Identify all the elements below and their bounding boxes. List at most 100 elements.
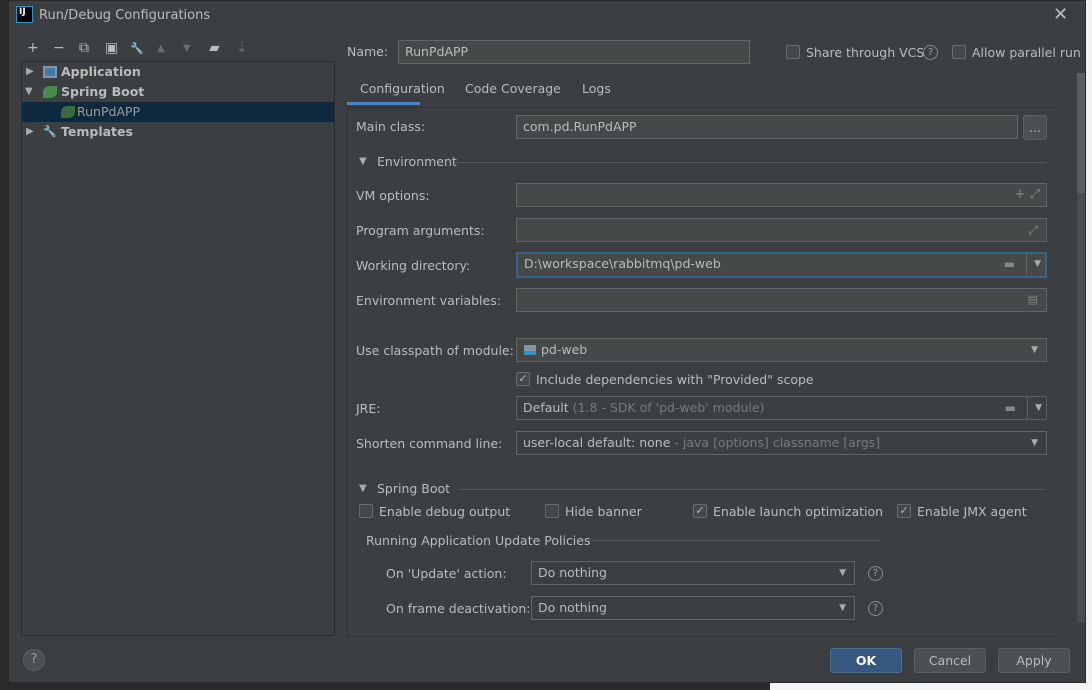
folder-icon[interactable]: ▬ — [1005, 397, 1016, 419]
expand-arrow-icon[interactable]: ▶ — [26, 62, 34, 82]
allow-parallel-checkbox[interactable] — [952, 45, 966, 59]
on-update-select[interactable]: Do nothing ▼ — [531, 561, 855, 585]
shorten-command-value: user-local default: none — [523, 435, 671, 450]
include-provided-label: Include dependencies with "Provided" sco… — [536, 372, 814, 387]
module-label: Use classpath of module: — [356, 343, 514, 358]
module-icon — [524, 345, 536, 355]
working-directory-value: D:\workspace\rabbitmq\pd-web — [524, 256, 721, 271]
intellij-logo: IJ — [16, 6, 33, 23]
shorten-command-label: Shorten command line: — [356, 436, 503, 451]
run-debug-dialog: IJ Run/Debug Configurations ✕ + − ⧉ ▣ 🔧 … — [8, 0, 1086, 683]
environment-section: Environment — [377, 154, 457, 169]
expand-arrow-icon[interactable]: ▶ — [26, 122, 34, 142]
chevron-down-icon[interactable]: ▼ — [1027, 397, 1042, 419]
divider — [455, 162, 1046, 163]
jre-value: Default — [523, 400, 569, 415]
help-icon[interactable]: ? — [923, 45, 938, 60]
folder-icon[interactable]: ▬ — [1004, 254, 1015, 274]
copy-icon[interactable]: ⧉ — [79, 40, 89, 56]
new-folder-icon[interactable]: ▰ — [209, 40, 220, 56]
environment-variables-label: Environment variables: — [356, 293, 501, 308]
jmx-agent-checkbox[interactable]: ✓ — [897, 504, 911, 518]
configuration-tree: ▶ Application ▼ Spring Boot RunPdAPP ▶ 🔧 Tem… — [21, 61, 335, 636]
jre-select[interactable]: Default (1.8 - SDK of 'pd-web' module) ▬ ▼ — [516, 396, 1047, 420]
share-vcs-checkbox[interactable] — [786, 45, 800, 59]
chevron-down-icon: ▼ — [1031, 345, 1038, 355]
browse-button[interactable]: ... — [1023, 115, 1047, 140]
program-arguments-input[interactable]: ⤢ — [516, 218, 1047, 242]
share-vcs-label: Share through VCS — [806, 45, 925, 60]
vm-options-input[interactable]: + ⤢ — [516, 183, 1047, 207]
document-icon[interactable]: ▤ — [1028, 289, 1038, 311]
cancel-button[interactable]: Cancel — [914, 648, 986, 673]
help-button[interactable]: ? — [23, 649, 45, 671]
tree-item-label: Spring Boot — [61, 84, 145, 99]
module-select[interactable]: pd-web ▼ — [516, 338, 1047, 362]
launch-optimization-label: Enable launch optimization — [713, 504, 884, 519]
active-tab-indicator — [347, 102, 420, 105]
allow-parallel-label: Allow parallel run — [972, 45, 1081, 60]
divider — [458, 489, 1046, 490]
expand-icon[interactable]: ⤢ — [1028, 219, 1038, 241]
working-directory-label: Working directory: — [356, 258, 471, 273]
launch-optimization-checkbox[interactable]: ✓ — [693, 504, 707, 518]
name-input[interactable]: RunPdAPP — [398, 40, 750, 64]
hide-banner-checkbox[interactable] — [545, 504, 559, 518]
main-class-input[interactable]: com.pd.RunPdAPP — [516, 115, 1018, 139]
ok-button[interactable]: OK — [830, 648, 902, 673]
on-update-label: On 'Update' action: — [386, 566, 507, 581]
spring-boot-icon — [43, 86, 57, 98]
save-icon[interactable]: ▣ — [105, 40, 118, 56]
tree-item-label: RunPdAPP — [77, 104, 141, 119]
tab-logs[interactable]: Logs — [582, 81, 611, 96]
program-arguments-label: Program arguments: — [356, 223, 485, 238]
hide-banner-label: Hide banner — [565, 504, 642, 519]
chevron-down-icon[interactable]: ▼ — [1026, 254, 1041, 274]
collapse-arrow-icon[interactable]: ▼ — [359, 156, 367, 167]
jre-hint: (1.8 - SDK of 'pd-web' module) — [572, 400, 765, 415]
environment-variables-input[interactable]: ▤ — [516, 288, 1047, 312]
arrow-down-icon[interactable]: ▼ — [183, 43, 191, 54]
application-icon — [43, 66, 57, 78]
collapse-arrow-icon[interactable]: ▼ — [359, 483, 367, 494]
module-value: pd-web — [541, 342, 588, 357]
help-icon[interactable]: ? — [868, 566, 883, 581]
spring-boot-section: Spring Boot — [377, 481, 451, 496]
chevron-down-icon: ▼ — [1031, 438, 1038, 448]
tab-configuration[interactable]: Configuration — [360, 81, 445, 96]
debug-output-checkbox[interactable] — [359, 504, 373, 518]
minus-icon[interactable]: − — [53, 40, 65, 56]
help-icon[interactable]: ? — [868, 601, 883, 616]
name-label: Name: — [347, 44, 389, 59]
apply-button[interactable]: Apply — [998, 648, 1070, 673]
on-frame-select[interactable]: Do nothing ▼ — [531, 596, 855, 620]
working-directory-input[interactable]: D:\workspace\rabbitmq\pd-web ▬ ▼ — [516, 252, 1047, 278]
arrow-up-icon[interactable]: ▲ — [157, 43, 165, 54]
tab-code-coverage[interactable]: Code Coverage — [465, 81, 561, 96]
jmx-agent-label: Enable JMX agent — [917, 504, 1027, 519]
expand-icon[interactable]: + ⤢ — [1015, 184, 1040, 206]
debug-output-label: Enable debug output — [379, 504, 511, 519]
include-provided-checkbox[interactable]: ✓ — [516, 372, 530, 386]
dialog-title: Run/Debug Configurations — [39, 8, 211, 23]
policies-heading: Running Application Update Policies — [366, 533, 591, 548]
tree-item-runpdapp[interactable]: RunPdAPP — [22, 102, 334, 122]
sort-icon[interactable]: ⇣ — [236, 40, 248, 56]
jre-label: JRE: — [356, 401, 381, 416]
chevron-down-icon: ▼ — [839, 603, 846, 613]
shorten-command-select[interactable]: user-local default: none - java [options… — [516, 431, 1047, 455]
close-icon[interactable]: ✕ — [1053, 4, 1068, 25]
background-window — [770, 683, 1092, 690]
tree-item-spring-boot[interactable]: ▼ Spring Boot — [22, 82, 334, 102]
scrollbar-thumb[interactable] — [1077, 73, 1085, 193]
tree-item-templates[interactable]: ▶ 🔧 Templates — [22, 122, 334, 142]
main-class-label: Main class: — [356, 119, 426, 134]
tree-item-application[interactable]: ▶ Application — [22, 62, 334, 82]
shorten-command-hint: - java [options] classname [args] — [674, 435, 881, 450]
on-frame-value: Do nothing — [538, 600, 607, 615]
plus-icon[interactable]: + — [27, 40, 39, 56]
collapse-arrow-icon[interactable]: ▼ — [25, 82, 33, 102]
wrench-icon[interactable]: 🔧 — [130, 42, 144, 55]
spring-boot-icon — [61, 106, 75, 118]
chevron-down-icon: ▼ — [839, 568, 846, 578]
